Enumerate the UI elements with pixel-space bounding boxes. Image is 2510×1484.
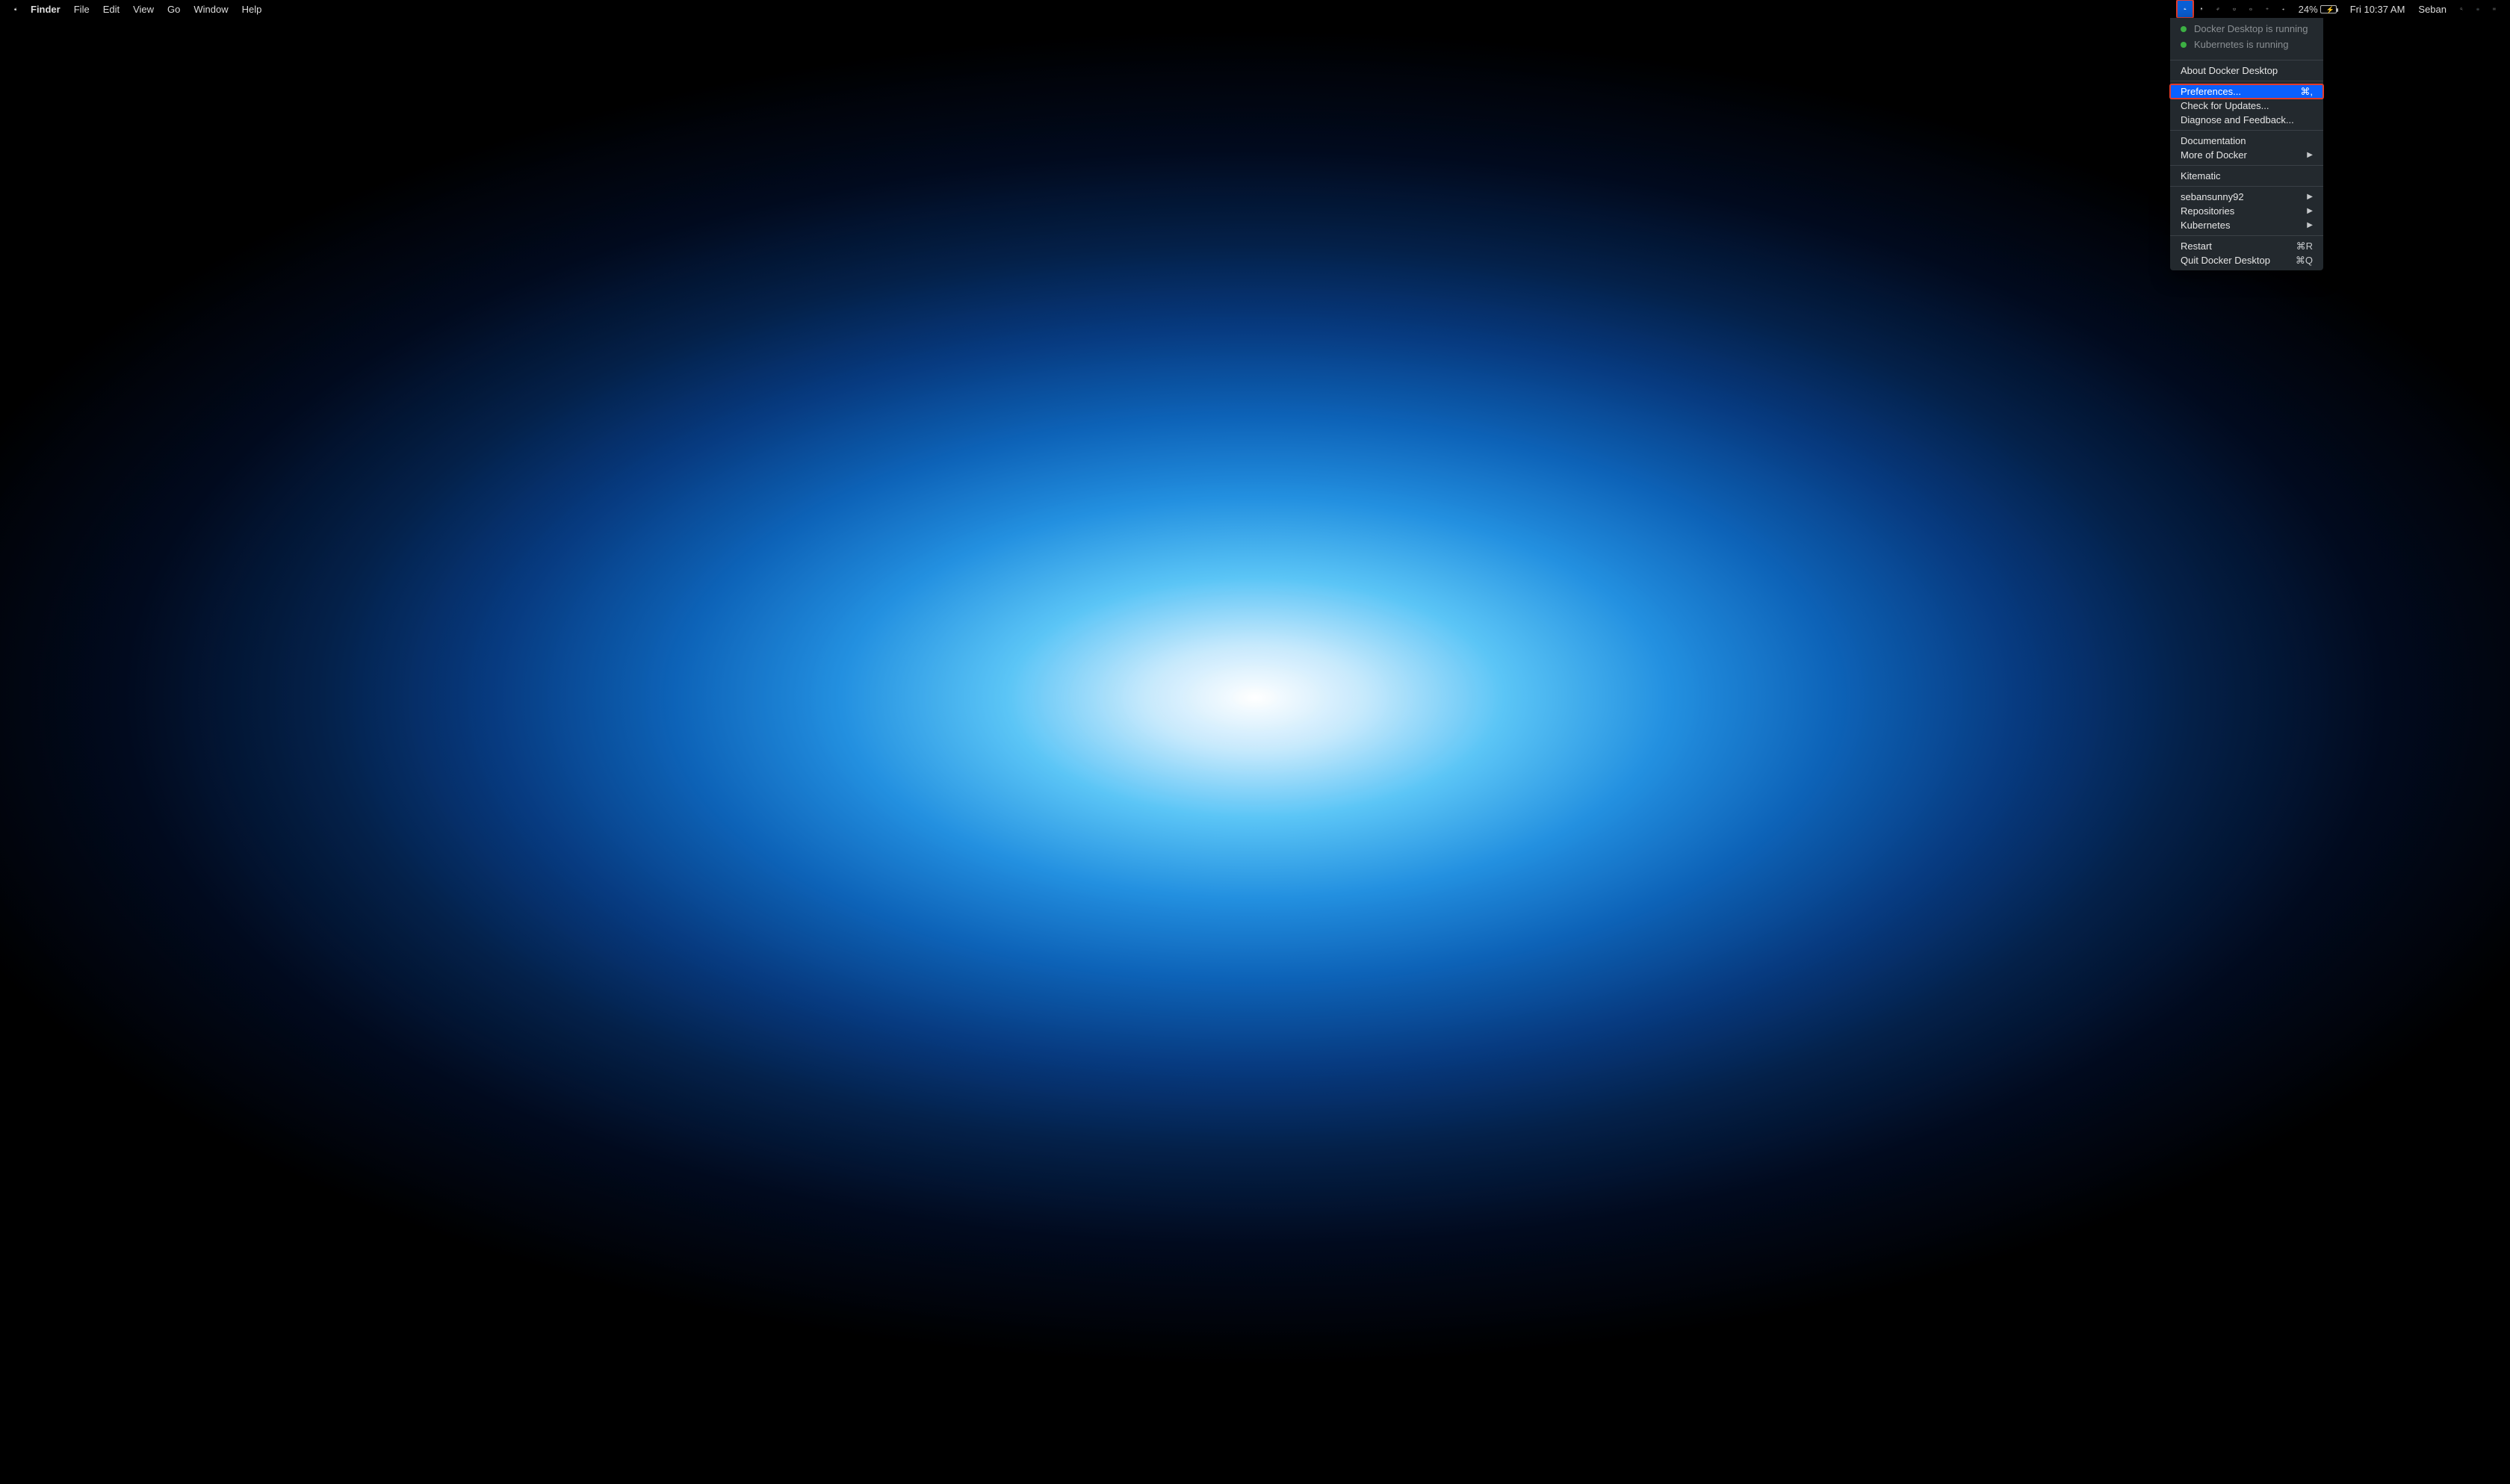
notification-center-icon[interactable]: [2486, 0, 2503, 18]
menu-kubernetes[interactable]: Kubernetes ▶: [2170, 218, 2323, 232]
docker-tray-icon[interactable]: [2177, 0, 2193, 18]
menu-item-label: Repositories: [2181, 205, 2234, 217]
wifi-icon[interactable]: [2259, 0, 2275, 18]
airplay-icon[interactable]: [2226, 0, 2243, 18]
menu-separator: [2170, 186, 2323, 187]
search-icon: [2460, 4, 2463, 14]
siri-icon[interactable]: [2470, 0, 2486, 18]
menu-diagnose[interactable]: Diagnose and Feedback...: [2170, 113, 2323, 127]
battery-status[interactable]: 24% ⚡: [2292, 0, 2343, 18]
clock[interactable]: Fri 10:37 AM: [2343, 0, 2412, 18]
menu-item-label: Quit Docker Desktop: [2181, 255, 2270, 266]
bell-icon: [2200, 4, 2203, 14]
menu-item-label: Documentation: [2181, 135, 2246, 146]
menu-account[interactable]: sebansunny92 ▶: [2170, 190, 2323, 204]
menu-item-label: sebansunny92: [2181, 191, 2244, 202]
volume-icon[interactable]: [2275, 0, 2292, 18]
menubar: Finder File Edit View Go Window Help: [0, 0, 2510, 18]
menu-item-label: More of Docker: [2181, 149, 2247, 161]
menu-view[interactable]: View: [126, 0, 161, 18]
menu-separator: [2170, 235, 2323, 236]
menu-quit[interactable]: Quit Docker Desktop ⌘Q: [2170, 253, 2323, 267]
menu-go[interactable]: Go: [161, 0, 187, 18]
menu-documentation[interactable]: Documentation: [2170, 134, 2323, 148]
docker-status-text: Docker Desktop is running: [2194, 23, 2308, 34]
menu-separator: [2170, 130, 2323, 131]
menu-shortcut: ⌘R: [2296, 240, 2313, 252]
tray-attachment-icon[interactable]: [2210, 0, 2226, 18]
app-name-menu[interactable]: Finder: [24, 0, 67, 18]
docker-dropdown-menu: Docker Desktop is running Kubernetes is …: [2170, 18, 2323, 270]
user-menu[interactable]: Seban: [2411, 0, 2453, 18]
kubernetes-status-text: Kubernetes is running: [2194, 39, 2288, 50]
status-dot-green: [2181, 42, 2187, 48]
docker-status-row: Docker Desktop is running: [2170, 21, 2323, 37]
menu-item-label: Kitematic: [2181, 170, 2220, 181]
menu-help[interactable]: Help: [235, 0, 269, 18]
status-dot-green: [2181, 26, 2187, 32]
kubernetes-status-row: Kubernetes is running: [2170, 37, 2323, 52]
spotlight-icon[interactable]: [2453, 0, 2470, 18]
battery-percent: 24%: [2299, 4, 2318, 15]
submenu-arrow-icon: ▶: [2307, 207, 2313, 215]
docker-whale-icon: [2184, 4, 2187, 14]
apple-menu[interactable]: [7, 0, 24, 18]
menu-preferences[interactable]: Preferences... ⌘,: [2170, 84, 2323, 99]
menu-edit[interactable]: Edit: [96, 0, 126, 18]
menu-item-label: About Docker Desktop: [2181, 65, 2278, 76]
timemachine-icon[interactable]: [2243, 0, 2259, 18]
paperclip-icon: [2216, 4, 2219, 14]
submenu-arrow-icon: ▶: [2307, 221, 2313, 229]
menu-item-label: Preferences...: [2181, 86, 2241, 97]
menu-shortcut: ⌘Q: [2296, 255, 2313, 267]
menu-window[interactable]: Window: [187, 0, 235, 18]
menu-item-label: Diagnose and Feedback...: [2181, 114, 2294, 125]
menu-file[interactable]: File: [67, 0, 96, 18]
clock-arrow-icon: [2249, 4, 2252, 15]
menu-item-label: Kubernetes: [2181, 220, 2231, 231]
menu-check-updates[interactable]: Check for Updates...: [2170, 99, 2323, 113]
speaker-icon: [2282, 4, 2285, 14]
battery-icon: ⚡: [2320, 5, 2337, 13]
menu-item-label: Check for Updates...: [2181, 100, 2269, 111]
menu-repositories[interactable]: Repositories ▶: [2170, 204, 2323, 218]
desktop-wallpaper: [0, 0, 2510, 1484]
menu-item-label: Restart: [2181, 240, 2212, 252]
airplay-icon: [2233, 4, 2236, 14]
apple-icon: [14, 4, 17, 14]
menu-restart[interactable]: Restart ⌘R: [2170, 239, 2323, 253]
submenu-arrow-icon: ▶: [2307, 151, 2313, 159]
submenu-arrow-icon: ▶: [2307, 193, 2313, 201]
menu-more-docker[interactable]: More of Docker ▶: [2170, 148, 2323, 162]
menu-separator: [2170, 165, 2323, 166]
menu-kitematic[interactable]: Kitematic: [2170, 169, 2323, 183]
list-icon: [2493, 4, 2496, 13]
tray-app-icon[interactable]: [2193, 0, 2210, 18]
wifi-icon: [2266, 4, 2269, 13]
menu-shortcut: ⌘,: [2300, 86, 2313, 98]
siri-icon: [2476, 4, 2479, 15]
menu-about-docker[interactable]: About Docker Desktop: [2170, 63, 2323, 78]
